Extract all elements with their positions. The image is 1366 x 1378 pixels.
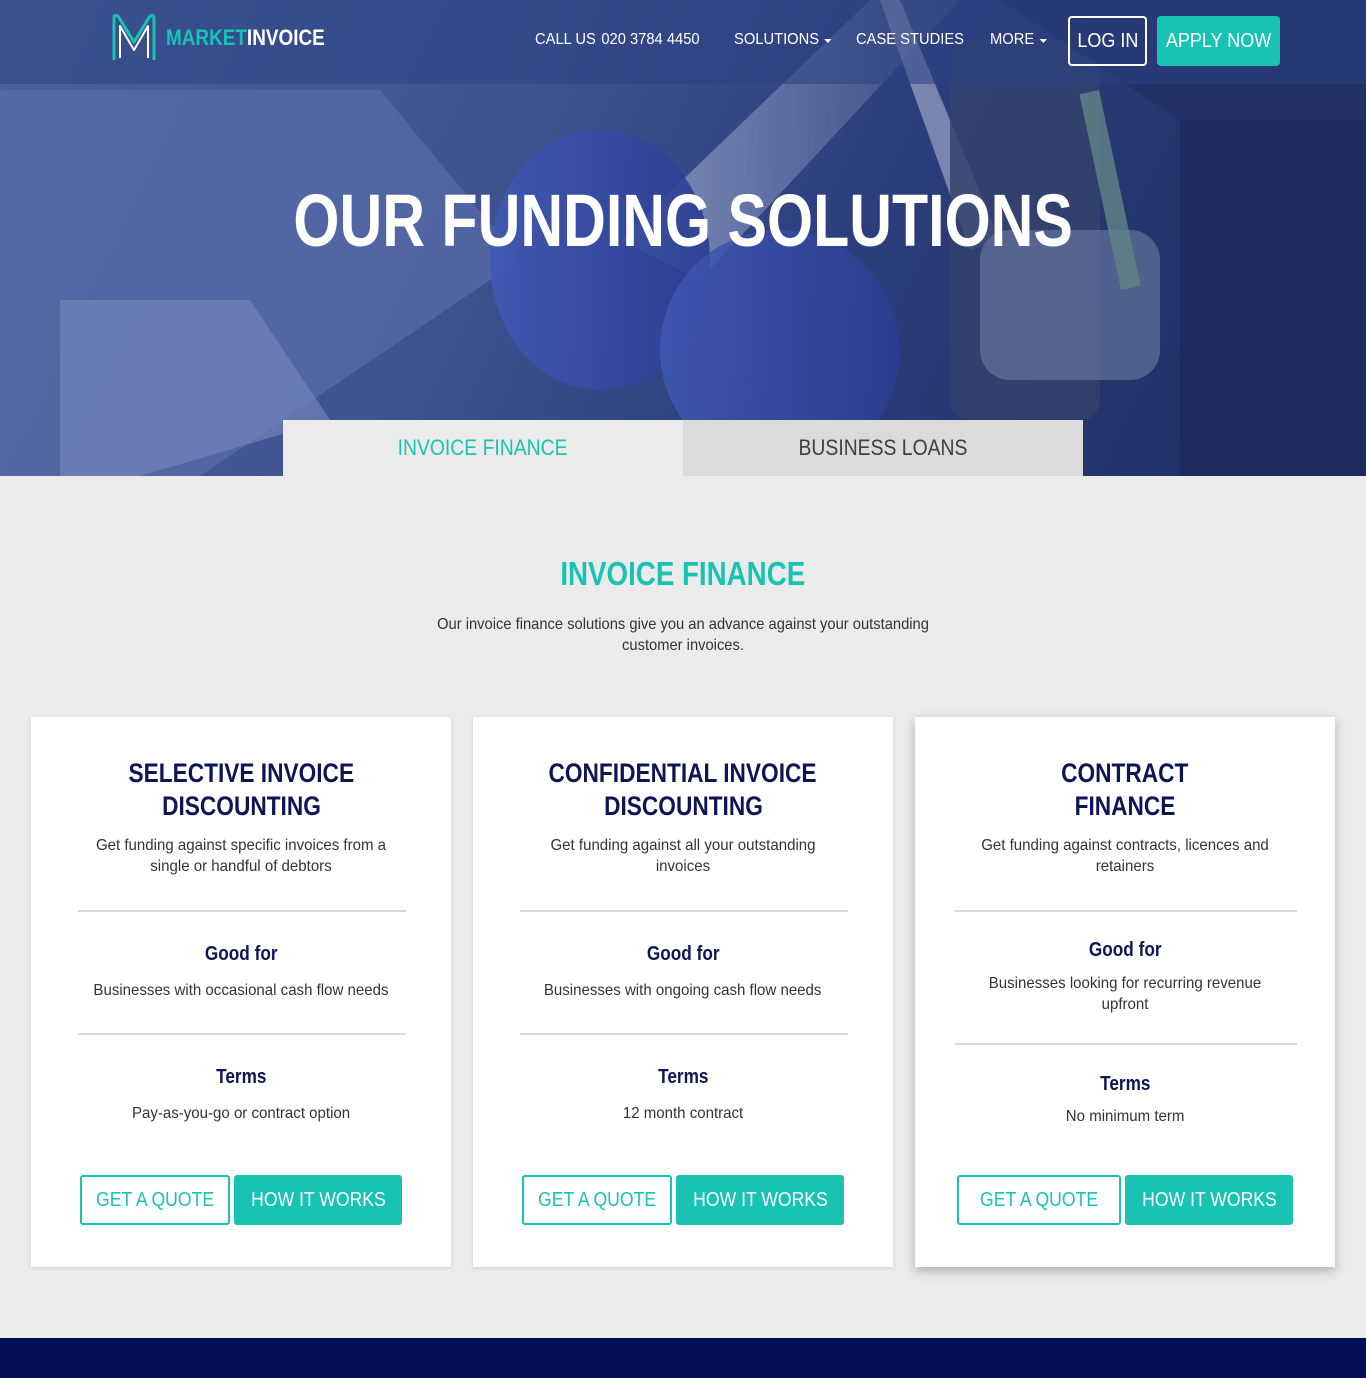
how-it-works-label: HOW IT WORKS: [692, 1188, 828, 1211]
section-title: INVOICE FINANCE: [0, 555, 1366, 593]
nav-case-studies[interactable]: CASE STUDIES: [856, 31, 964, 49]
good-for-text: Businesses looking for recurring revenue…: [960, 973, 1290, 1015]
good-for-heading-text: Good for: [1088, 939, 1162, 961]
how-it-works-label: HOW IT WORKS: [1141, 1188, 1277, 1211]
card-title-line2: DISCOUNTING: [161, 791, 321, 821]
card-title: CONFIDENTIAL INVOICE DISCOUNTING: [473, 757, 893, 823]
card-divider: [520, 910, 848, 912]
nav-call-label: CALL US: [535, 31, 596, 48]
hero-banner: MARKETINVOICE CALL US 020 3784 4450 SOLU…: [0, 0, 1366, 476]
terms-value: 12 month contract: [622, 1105, 744, 1122]
card-title: SELECTIVE INVOICE DISCOUNTING: [31, 757, 451, 823]
hero-title: OUR FUNDING SOLUTIONS: [0, 178, 1366, 263]
card-title-line2: DISCOUNTING: [603, 791, 763, 821]
good-for-heading: Good for: [31, 943, 451, 966]
logo-word-invoice: INVOICE: [246, 25, 325, 50]
product-card-contract-finance: CONTRACT FINANCE Get funding against con…: [915, 717, 1335, 1267]
terms-heading-text: Terms: [657, 1066, 709, 1088]
terms-text: Pay-as-you-go or contract option: [61, 1103, 421, 1124]
nav-more-dropdown[interactable]: MORE: [990, 31, 1047, 49]
how-it-works-button[interactable]: HOW IT WORKS: [234, 1175, 402, 1225]
good-for-value: Businesses looking for recurring revenue…: [988, 975, 1262, 1013]
get-a-quote-button[interactable]: GET A QUOTE: [522, 1175, 672, 1225]
good-for-heading-text: Good for: [646, 943, 720, 965]
nav-case-studies-label: CASE STUDIES: [856, 31, 965, 48]
good-for-text: Businesses with occasional cash flow nee…: [61, 980, 421, 1001]
good-for-heading-text: Good for: [204, 943, 278, 965]
apply-now-button[interactable]: APPLY NOW: [1157, 16, 1280, 66]
get-a-quote-label: GET A QUOTE: [537, 1188, 657, 1211]
nav-more-label: MORE: [989, 31, 1034, 48]
how-it-works-button[interactable]: HOW IT WORKS: [1125, 1175, 1293, 1225]
top-navbar: MARKETINVOICE CALL US 020 3784 4450 SOLU…: [0, 0, 1366, 84]
tab-invoice-finance[interactable]: INVOICE FINANCE: [283, 420, 683, 476]
nav-phone-number: 020 3784 4450: [601, 31, 700, 48]
nav-solutions-label: SOLUTIONS: [733, 31, 819, 48]
good-for-value: Businesses with occasional cash flow nee…: [93, 982, 389, 999]
terms-text: No minimum term: [945, 1106, 1305, 1127]
card-title-line1: CONTRACT: [1061, 758, 1189, 788]
nav-call-us[interactable]: CALL US 020 3784 4450: [535, 31, 700, 49]
marketinvoice-logo[interactable]: MARKETINVOICE: [110, 12, 351, 64]
logo-wordmark: MARKETINVOICE: [166, 25, 325, 51]
product-card-selective-invoice-discounting: SELECTIVE INVOICE DISCOUNTING Get fundin…: [31, 717, 451, 1267]
good-for-value: Businesses with ongoing cash flow needs: [544, 982, 822, 999]
card-title: CONTRACT FINANCE: [915, 757, 1335, 823]
tab-business-loans[interactable]: BUSINESS LOANS: [683, 420, 1083, 476]
caret-down-icon: [824, 39, 832, 43]
card-title-line1: SELECTIVE INVOICE: [128, 758, 354, 788]
section-description-text: Our invoice finance solutions give you a…: [437, 616, 929, 654]
card-subtitle: Get funding against specific invoices fr…: [81, 835, 401, 877]
m-logo-icon: [112, 13, 156, 60]
get-a-quote-label: GET A QUOTE: [95, 1188, 215, 1211]
terms-heading: Terms: [31, 1066, 451, 1089]
card-divider: [520, 1033, 848, 1035]
section-description: Our invoice finance solutions give you a…: [408, 614, 958, 656]
good-for-heading: Good for: [473, 943, 893, 966]
tab-invoice-finance-label: INVOICE FINANCE: [398, 435, 568, 460]
terms-value: Pay-as-you-go or contract option: [131, 1105, 351, 1122]
card-title-line1: CONFIDENTIAL INVOICE: [549, 758, 817, 788]
terms-heading: Terms: [915, 1073, 1335, 1096]
card-subtitle: Get funding against all your outstanding…: [523, 835, 843, 877]
nav-solutions-dropdown[interactable]: SOLUTIONS: [734, 31, 832, 49]
terms-heading-text: Terms: [1099, 1073, 1151, 1095]
terms-heading: Terms: [473, 1066, 893, 1089]
product-card-confidential-invoice-discounting: CONFIDENTIAL INVOICE DISCOUNTING Get fun…: [473, 717, 893, 1267]
good-for-text: Businesses with ongoing cash flow needs: [503, 980, 863, 1001]
get-a-quote-button[interactable]: GET A QUOTE: [80, 1175, 230, 1225]
terms-text: 12 month contract: [503, 1103, 863, 1124]
card-subtitle-text: Get funding against specific invoices fr…: [95, 837, 387, 875]
section-title-text: INVOICE FINANCE: [560, 555, 806, 592]
caret-down-icon: [1039, 39, 1047, 43]
login-button-label: LOG IN: [1076, 29, 1139, 52]
get-a-quote-button[interactable]: GET A QUOTE: [957, 1175, 1121, 1225]
terms-value: No minimum term: [1065, 1108, 1185, 1125]
card-divider: [955, 910, 1297, 912]
card-divider: [78, 1033, 406, 1035]
how-it-works-button[interactable]: HOW IT WORKS: [676, 1175, 844, 1225]
solution-tabs: INVOICE FINANCE BUSINESS LOANS: [283, 420, 1083, 476]
nav-links: CALL US 020 3784 4450 SOLUTIONS CASE STU…: [535, 29, 1052, 51]
hero-title-text: OUR FUNDING SOLUTIONS: [293, 179, 1073, 262]
good-for-heading: Good for: [915, 939, 1335, 962]
card-subtitle-text: Get funding against all your outstanding…: [550, 837, 816, 875]
get-a-quote-label: GET A QUOTE: [979, 1188, 1099, 1211]
footer-bar: [0, 1338, 1366, 1378]
how-it-works-label: HOW IT WORKS: [250, 1188, 386, 1211]
card-subtitle: Get funding against contracts, licences …: [965, 835, 1285, 877]
login-button[interactable]: LOG IN: [1068, 16, 1147, 66]
card-title-line2: FINANCE: [1074, 791, 1176, 821]
card-divider: [955, 1043, 1297, 1045]
logo-word-market: MARKET: [166, 25, 247, 50]
terms-heading-text: Terms: [215, 1066, 267, 1088]
card-subtitle-text: Get funding against contracts, licences …: [981, 837, 1269, 875]
tab-business-loans-label: BUSINESS LOANS: [798, 435, 968, 460]
apply-now-button-label: APPLY NOW: [1165, 29, 1272, 52]
card-divider: [78, 910, 406, 912]
